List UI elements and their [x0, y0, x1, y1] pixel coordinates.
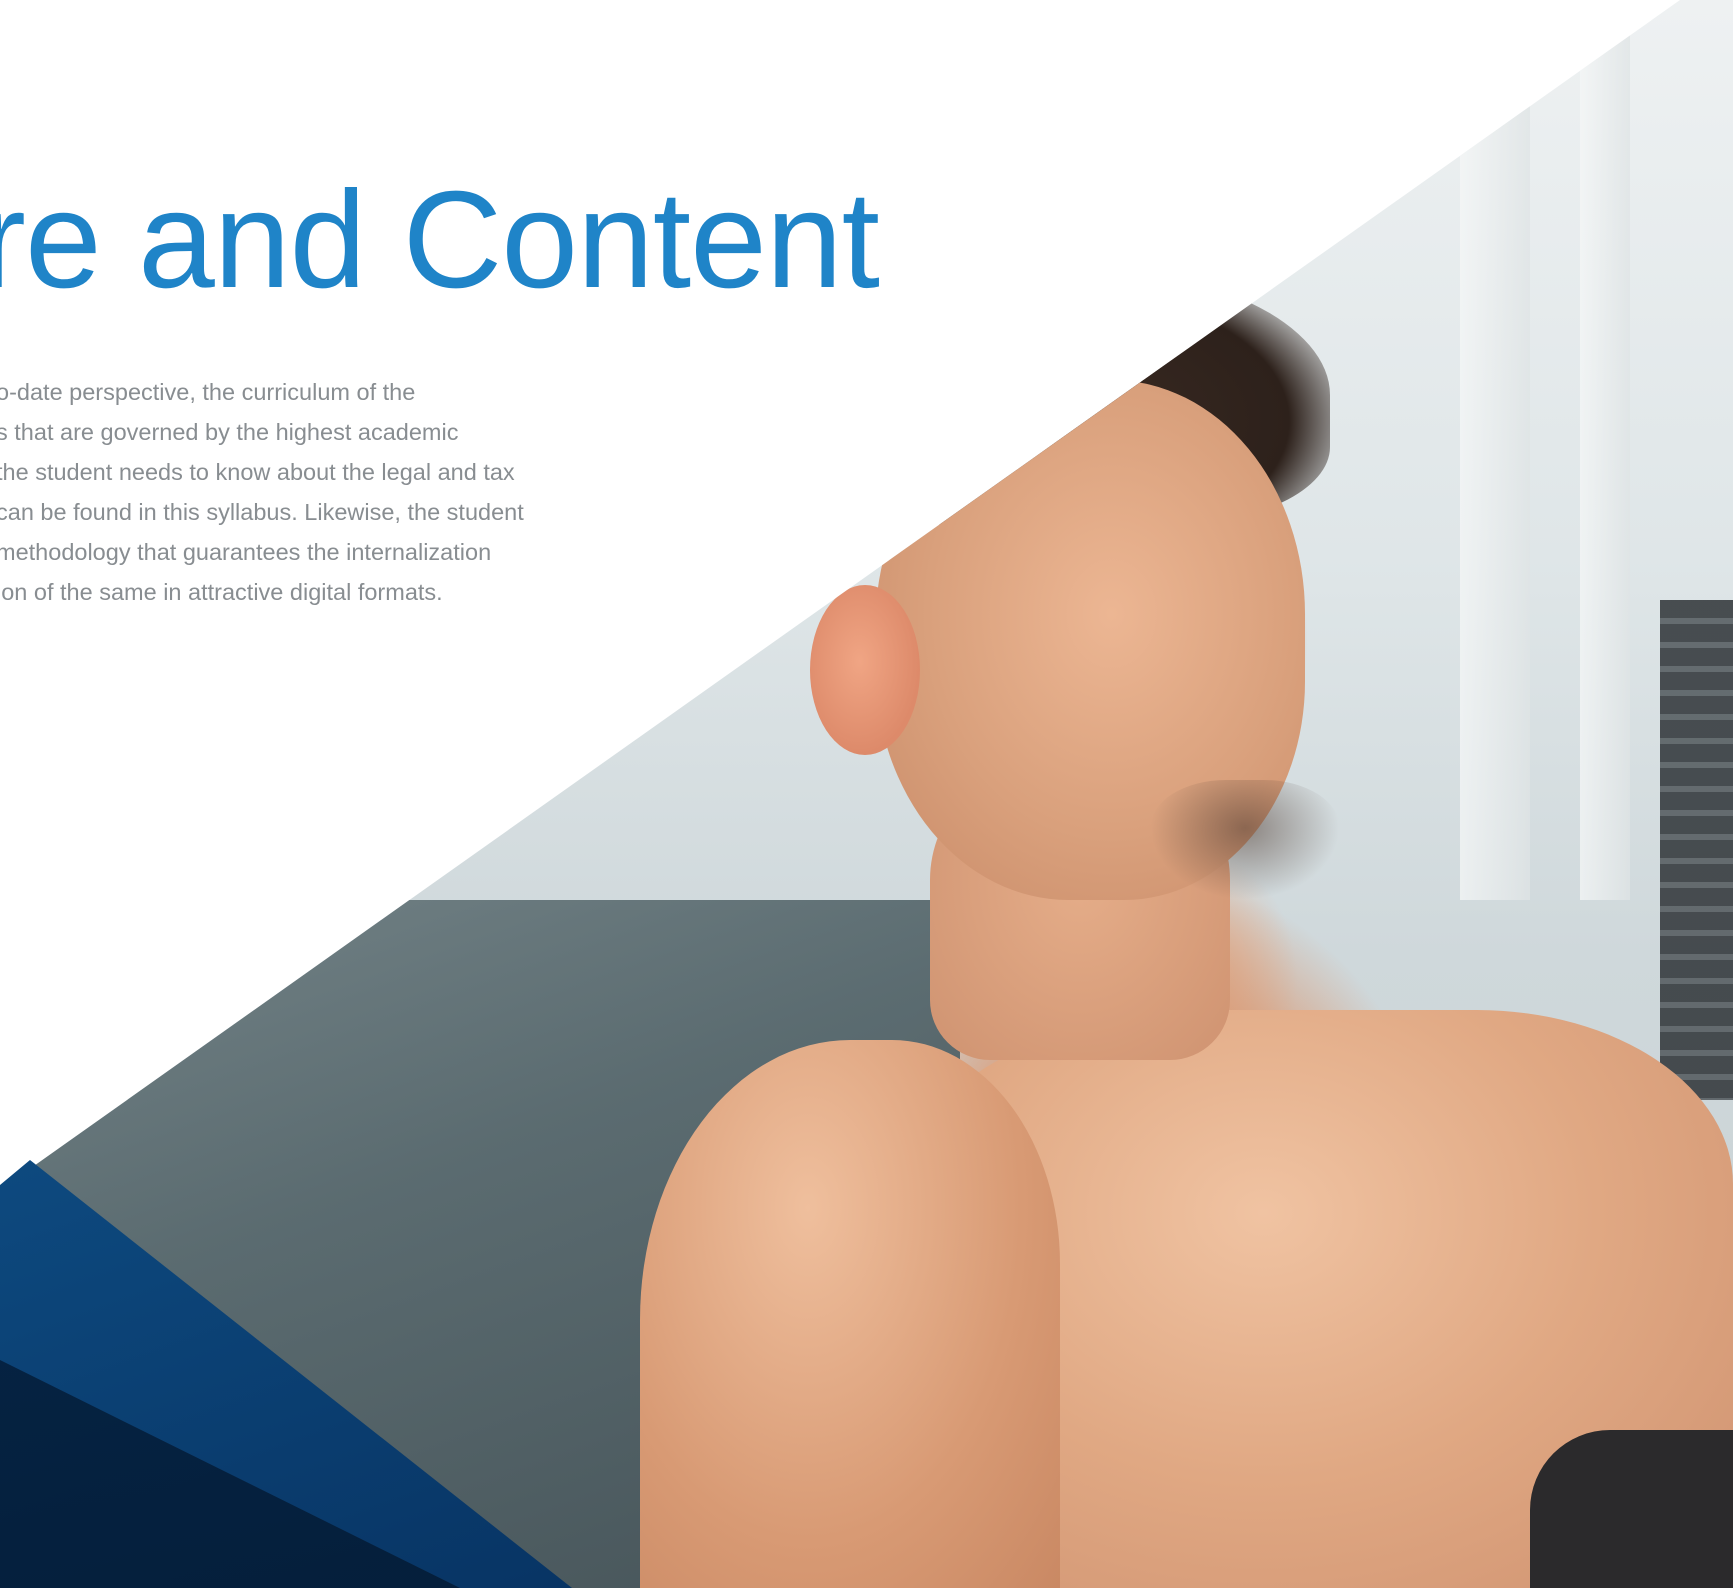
- photo-column: [1460, 0, 1530, 900]
- photo-beard: [1150, 780, 1340, 900]
- photo-shoulder: [640, 1040, 1060, 1588]
- page-title: re and Content: [0, 165, 900, 315]
- description-line: o-date perspective, the curriculum of th…: [0, 379, 416, 405]
- photo-weight-rack: [1660, 600, 1733, 1100]
- photo-ear: [810, 585, 920, 755]
- description-line: ion of the same in attractive digital fo…: [0, 579, 443, 605]
- page-title-text: re and Content: [0, 165, 880, 315]
- page: re and Content o-date perspective, the c…: [0, 0, 1733, 1588]
- photo-column: [1580, 0, 1630, 900]
- description-line: can be found in this syllabus. Likewise,…: [0, 499, 524, 525]
- photo-armband: [1530, 1430, 1733, 1588]
- description-line: the student needs to know about the lega…: [0, 459, 515, 485]
- description-paragraph: o-date perspective, the curriculum of th…: [0, 372, 600, 612]
- description-line: methodology that guarantees the internal…: [0, 539, 492, 565]
- description-line: s that are governed by the highest acade…: [0, 419, 459, 445]
